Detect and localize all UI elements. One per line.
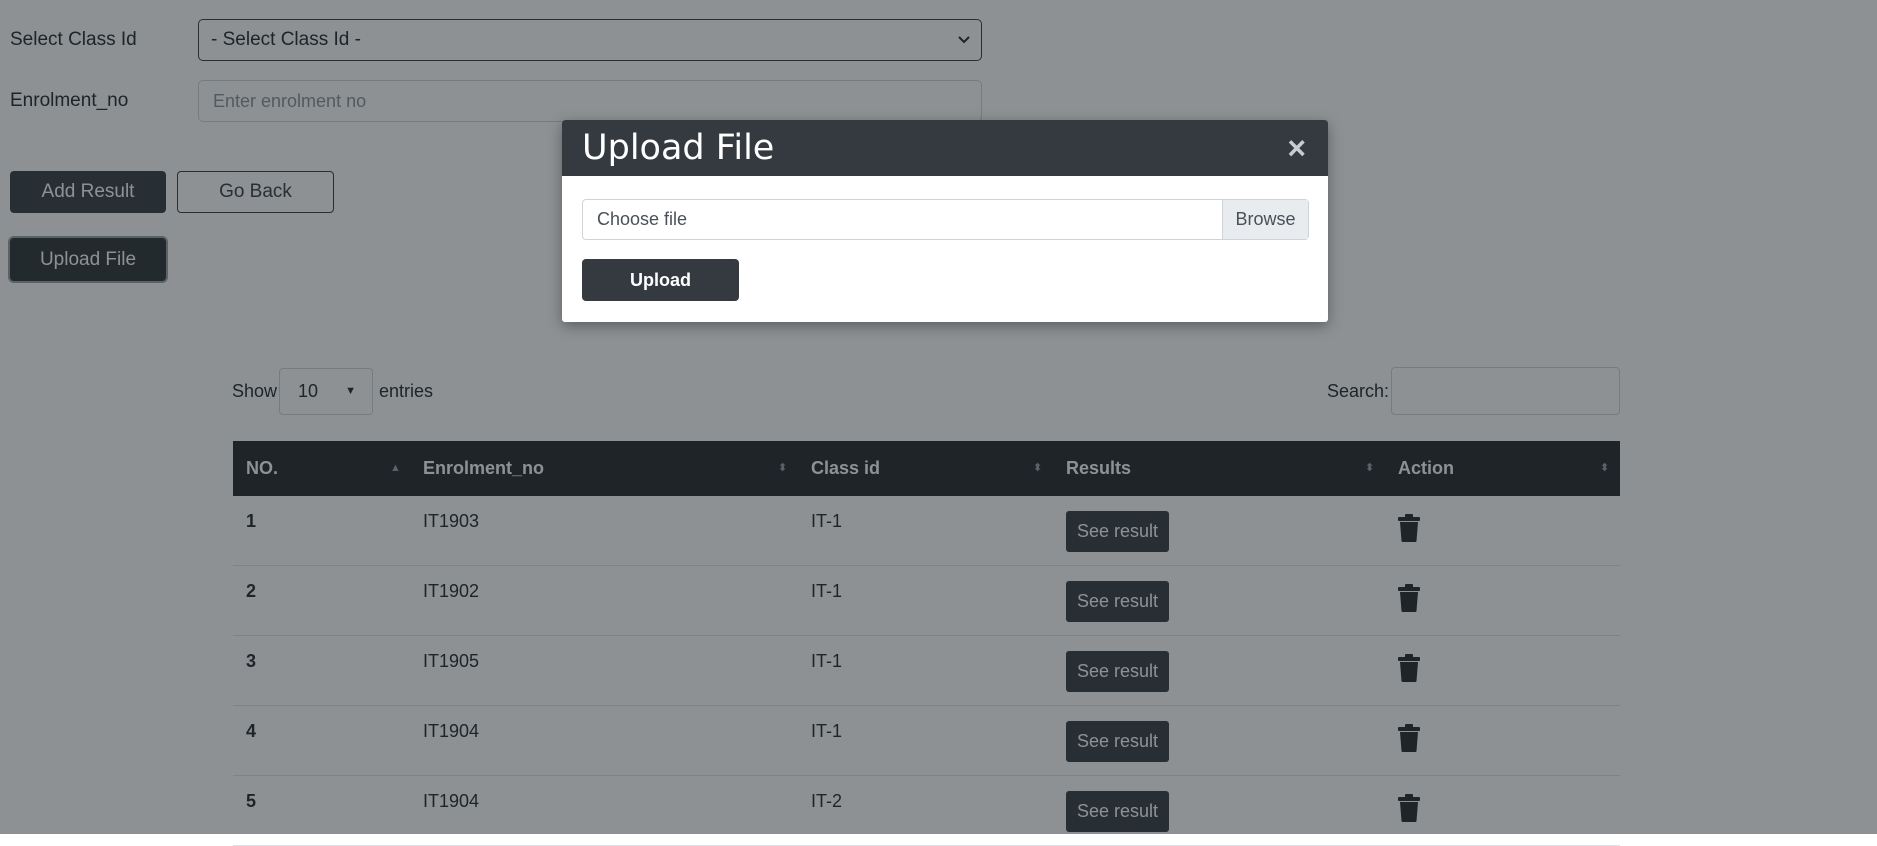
browse-button[interactable]: Browse [1222, 200, 1308, 239]
close-icon[interactable]: × [1287, 120, 1306, 176]
modal-title: Upload File [582, 128, 775, 168]
page: Select Class Id - Select Class Id - Enro… [0, 0, 1877, 846]
modal-header: Upload File × [562, 120, 1328, 176]
upload-file-modal: Upload File × Choose file Browse Upload [562, 120, 1328, 322]
file-input-placeholder: Choose file [597, 209, 688, 229]
file-input[interactable]: Choose file Browse [582, 199, 1309, 240]
upload-button[interactable]: Upload [582, 259, 739, 301]
